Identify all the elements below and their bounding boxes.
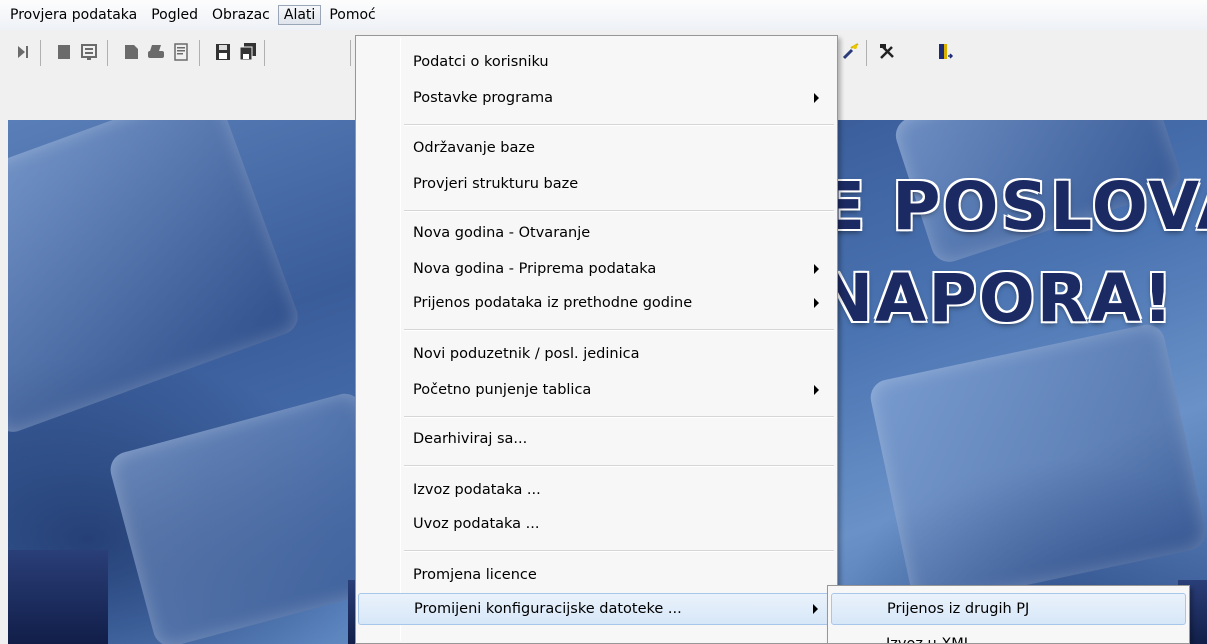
keyboard-key-graphic bbox=[867, 321, 1207, 609]
menu-separator bbox=[404, 465, 834, 467]
menu-item-podatci-o-korisniku[interactable]: Podatci o korisniku bbox=[358, 46, 835, 78]
menu-item-uvoz-podataka[interactable]: Uvoz podataka ... bbox=[358, 508, 835, 540]
print-icon[interactable] bbox=[147, 42, 165, 62]
menu-alati[interactable]: Alati bbox=[277, 5, 322, 25]
alati-dropdown-menu: Podatci o korisniku Postavke programa Od… bbox=[355, 35, 838, 644]
menu-item-label: Promjena licence bbox=[413, 567, 537, 583]
document-icon[interactable] bbox=[55, 42, 73, 62]
next-icon[interactable] bbox=[14, 42, 32, 62]
splash-headline-line2: NAPORA! bbox=[818, 260, 1175, 337]
preview-icon[interactable] bbox=[172, 42, 190, 62]
menu-separator bbox=[404, 210, 834, 212]
menu-item-label: Početno punjenje tablica bbox=[413, 382, 592, 398]
save-icon[interactable] bbox=[214, 42, 232, 62]
menu-item-label: Provjeri strukturu baze bbox=[413, 176, 579, 192]
menu-separator bbox=[404, 416, 834, 418]
menu-item-label: Postavke programa bbox=[413, 90, 553, 106]
menu-item-label: Održavanje baze bbox=[413, 140, 535, 156]
menu-item-label: Nova godina - Otvaranje bbox=[413, 225, 591, 241]
chart-bar-graphic bbox=[8, 550, 108, 644]
toolbar-separator bbox=[264, 40, 265, 66]
menu-item-provjeri-strukturu-baze[interactable]: Provjeri strukturu baze bbox=[358, 168, 835, 200]
splash-headline-line1: E POSLOVA bbox=[820, 168, 1207, 245]
submenu-arrow-icon bbox=[814, 385, 819, 395]
menu-item-label: Nova godina - Priprema podataka bbox=[413, 261, 657, 277]
menu-bar: Provjera podataka Pogled Obrazac Alati P… bbox=[0, 0, 1207, 30]
menu-separator bbox=[404, 329, 834, 331]
menu-item-dearhiviraj[interactable]: Dearhiviraj sa... bbox=[358, 423, 835, 455]
submenu-arrow-icon bbox=[814, 298, 819, 308]
menu-separator bbox=[404, 550, 834, 552]
menu-item-odrzavanje-baze[interactable]: Održavanje baze bbox=[358, 132, 835, 164]
submenu-item-izvoz-u-xml[interactable]: Izvoz u XML bbox=[831, 628, 1186, 644]
menu-item-postavke-programa[interactable]: Postavke programa bbox=[358, 82, 835, 114]
menu-obrazac[interactable]: Obrazac bbox=[206, 5, 276, 25]
menu-item-label: Uvoz podataka ... bbox=[413, 516, 540, 532]
toolbar-separator bbox=[107, 40, 108, 66]
konfiguracija-submenu: Prijenos iz drugih PJ Izvoz u XML bbox=[827, 585, 1190, 644]
menu-item-label: Podatci o korisniku bbox=[413, 54, 549, 70]
toolbar-separator bbox=[40, 40, 41, 66]
exit-icon[interactable] bbox=[936, 42, 954, 62]
menu-item-novi-poduzetnik[interactable]: Novi poduzetnik / posl. jedinica bbox=[358, 338, 835, 370]
menu-item-nova-godina-priprema[interactable]: Nova godina - Priprema podataka bbox=[358, 253, 835, 285]
menu-item-label: Dearhiviraj sa... bbox=[413, 431, 528, 447]
save-all-icon[interactable] bbox=[239, 42, 257, 62]
menu-item-label: Prijenos podataka iz prethodne godine bbox=[413, 295, 693, 311]
submenu-item-prijenos-iz-drugih-pj[interactable]: Prijenos iz drugih PJ bbox=[831, 593, 1186, 625]
keyboard-key-graphic bbox=[8, 120, 303, 437]
menu-separator bbox=[404, 124, 834, 126]
toolbar-separator bbox=[350, 40, 351, 66]
menu-item-label: Izvoz u XML bbox=[886, 636, 972, 644]
toolbar-separator bbox=[199, 40, 200, 66]
form-icon[interactable] bbox=[80, 42, 98, 62]
submenu-arrow-icon bbox=[814, 264, 819, 274]
menu-item-promijeni-konfiguracijske[interactable]: Promijeni konfiguracijske datoteke ... bbox=[358, 593, 835, 625]
menu-pogled[interactable]: Pogled bbox=[145, 5, 204, 25]
menu-item-nova-godina-otvaranje[interactable]: Nova godina - Otvaranje bbox=[358, 217, 835, 249]
menu-item-label: Prijenos iz drugih PJ bbox=[887, 601, 1030, 617]
menu-item-label: Promijeni konfiguracijske datoteke ... bbox=[414, 601, 682, 617]
menu-item-label: Novi poduzetnik / posl. jedinica bbox=[413, 346, 640, 362]
menu-pomoc[interactable]: Pomoć bbox=[323, 5, 381, 25]
submenu-arrow-icon bbox=[813, 604, 818, 614]
menu-item-pocetno-punjenje[interactable]: Početno punjenje tablica bbox=[358, 374, 835, 406]
wizard-icon[interactable] bbox=[842, 42, 860, 62]
menu-item-izvoz-podataka[interactable]: Izvoz podataka ... bbox=[358, 474, 835, 506]
menu-provjera-podataka[interactable]: Provjera podataka bbox=[4, 5, 143, 25]
page-icon[interactable] bbox=[122, 42, 140, 62]
menu-item-promjena-licence[interactable]: Promjena licence bbox=[358, 559, 835, 591]
toolbar-separator bbox=[866, 40, 867, 66]
menu-item-label: Izvoz podataka ... bbox=[413, 482, 541, 498]
submenu-arrow-icon bbox=[814, 93, 819, 103]
menu-item-prijenos-podataka[interactable]: Prijenos podataka iz prethodne godine bbox=[358, 287, 835, 319]
tools-icon[interactable] bbox=[878, 42, 896, 62]
